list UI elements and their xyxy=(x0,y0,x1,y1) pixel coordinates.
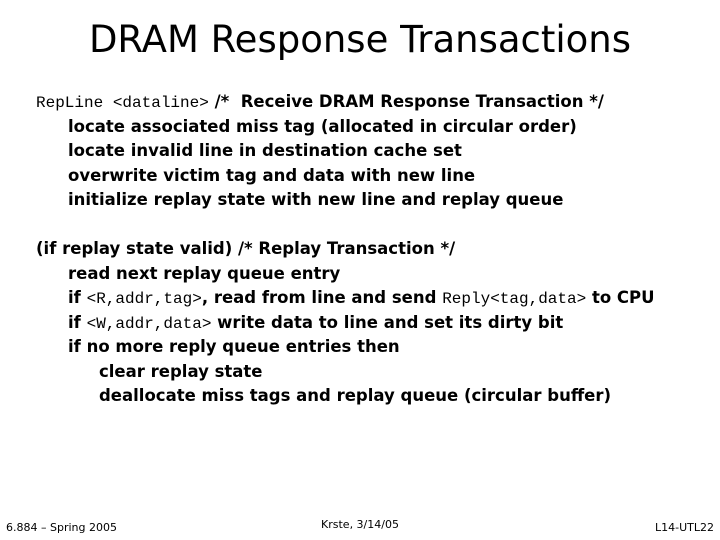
section1-header: RepLine <dataline> /* Receive DRAM Respo… xyxy=(36,90,655,115)
read-op-code: <R,addr,tag> xyxy=(86,290,202,308)
repline-comment: /* Receive DRAM Response Transaction */ xyxy=(208,92,604,111)
section2-line-read: read next replay queue entry xyxy=(68,263,341,283)
slide-body: RepLine <dataline> /* Receive DRAM Respo… xyxy=(36,90,655,409)
read-op-text: , read from line and send xyxy=(201,288,443,307)
if-keyword: if xyxy=(68,288,87,307)
slide-title: DRAM Response Transactions xyxy=(88,18,632,61)
repline-code: RepLine <dataline> xyxy=(36,94,209,112)
write-op-text: write data to line and set its dirty bit xyxy=(211,312,564,332)
section2-line-write-op: if <W,addr,data> write data to line and … xyxy=(36,311,655,336)
section1-line: overwrite victim tag and data with new l… xyxy=(68,165,476,185)
section2-header: (if replay state valid) /* Replay Transa… xyxy=(36,239,456,258)
section2-line-read-op: if <R,addr,tag>, read from line and send… xyxy=(36,286,655,311)
read-op-end: to CPU xyxy=(586,288,655,307)
section1-line: locate invalid line in destination cache… xyxy=(68,141,462,160)
if-keyword: if xyxy=(68,312,87,332)
section2-subline: clear replay state xyxy=(99,361,263,381)
section1-line: locate associated miss tag (allocated in… xyxy=(68,116,577,136)
section1-line: initialize replay state with new line an… xyxy=(68,190,564,209)
section2-subline: deallocate miss tags and replay queue (c… xyxy=(99,386,612,405)
write-op-code: <W,addr,data> xyxy=(86,314,212,333)
section2-line-empty-check: if no more reply queue entries then xyxy=(68,337,400,356)
reply-code: Reply<tag,data> xyxy=(442,290,587,308)
footer-slide-id: L14-UTL22 xyxy=(655,521,714,534)
footer-author-date: Krste, 3/14/05 xyxy=(321,518,399,531)
